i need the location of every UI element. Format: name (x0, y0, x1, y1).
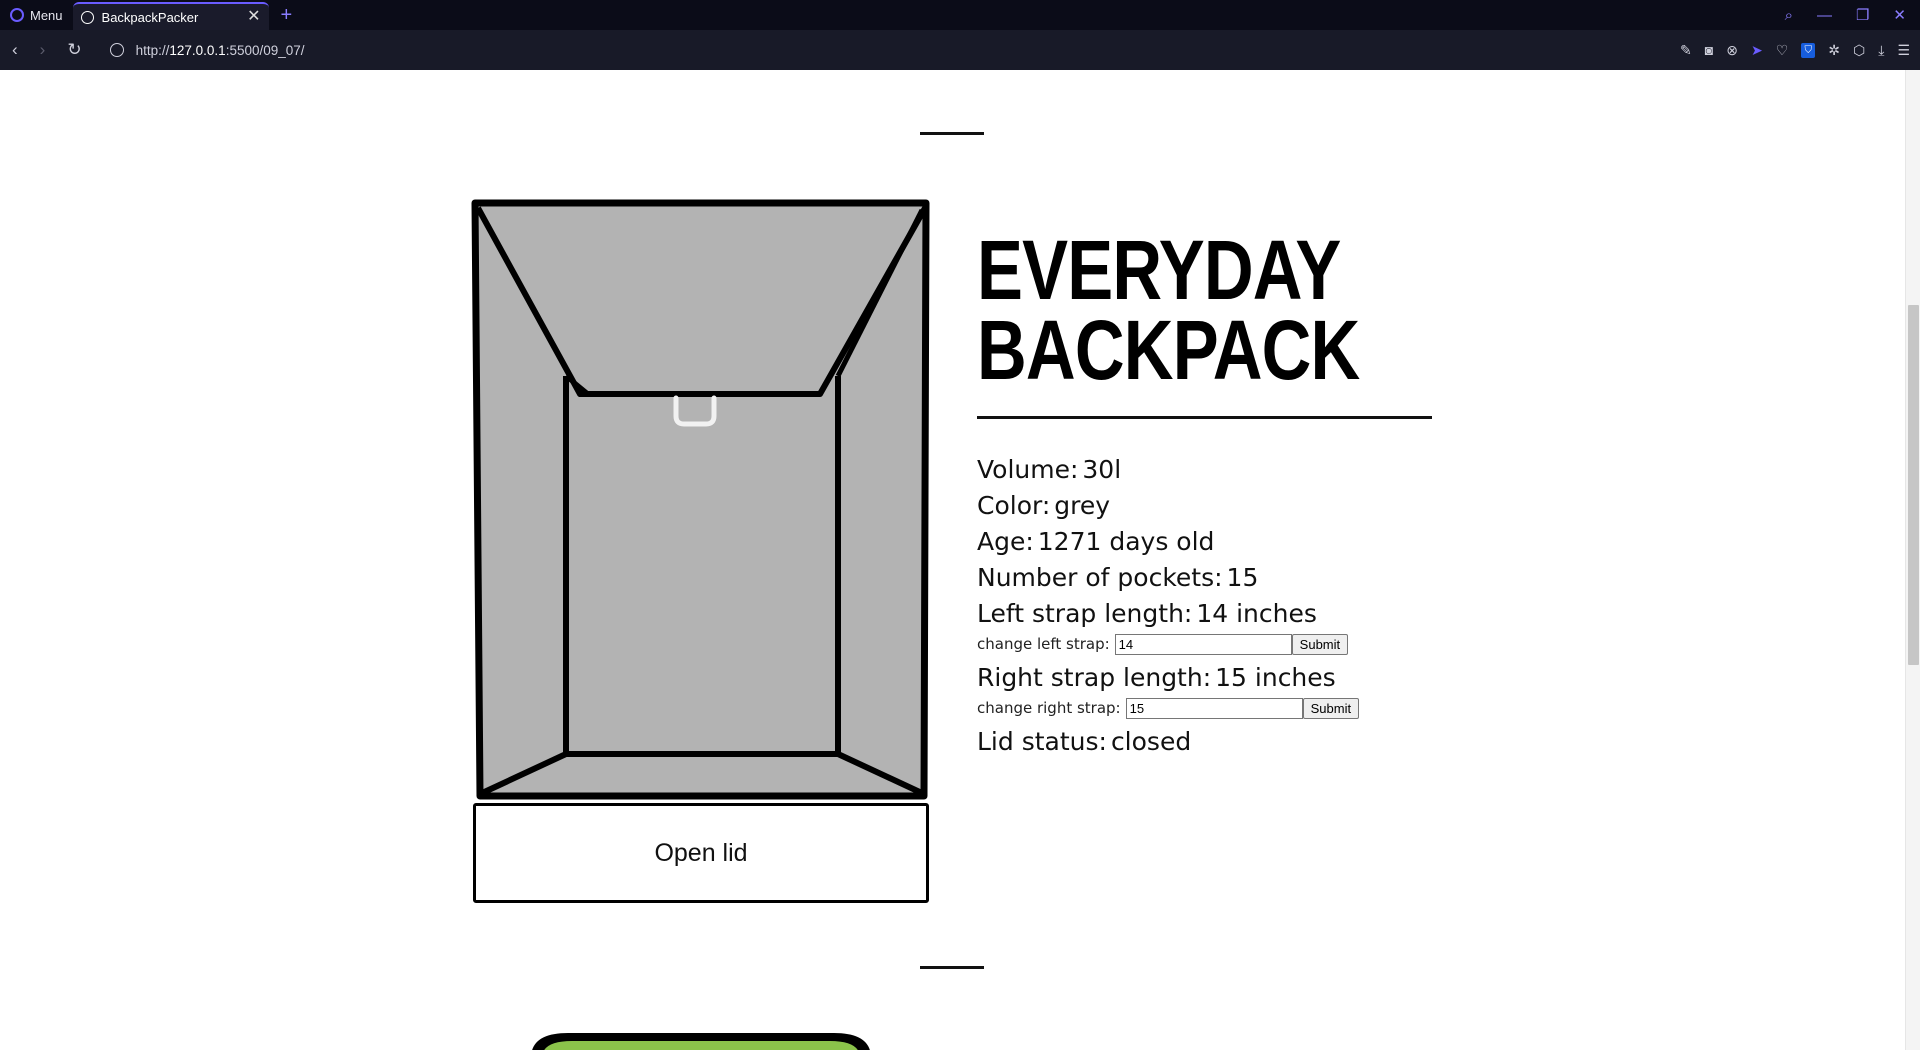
toolbar-extensions: ✎ ◙ ⊗ ➤ ♡ ⛉ ✲ ⬡ ⤓ ☰ (1680, 30, 1910, 70)
backpack-info: Everyday Backpack Volume: 30l Color: grey … (977, 223, 1437, 760)
tab-favicon-icon (80, 10, 94, 24)
property-lid-status: Lid status: closed (977, 727, 1192, 756)
search-tabs-icon[interactable]: ⌕ (1785, 7, 1793, 24)
send-icon[interactable]: ➤ (1751, 42, 1763, 59)
right-strap-form: change right strap: Submit (977, 694, 1437, 722)
backpack-illustration (471, 199, 930, 800)
new-tab-icon[interactable]: + (269, 5, 305, 25)
left-strap-input[interactable] (1114, 633, 1292, 655)
left-strap-submit-button[interactable]: Submit (1291, 633, 1349, 655)
back-icon[interactable]: ‹ (12, 40, 18, 60)
lid-toggle-button[interactable]: Open lid (473, 803, 929, 903)
left-strap-label: change left strap: (977, 635, 1110, 653)
browser-menu-label: Menu (30, 7, 63, 23)
url-path: :5500/09_07/ (225, 42, 305, 58)
cube-icon[interactable]: ⬡ (1853, 42, 1865, 59)
reload-icon[interactable]: ↻ (67, 40, 81, 60)
browser-tab-bar: Menu BackpackPacker ✕ + ⌕ — ❐ ✕ (0, 0, 1920, 30)
window-controls: ⌕ — ❐ ✕ (1785, 0, 1920, 30)
left-strap-form: change left strap: Submit (977, 630, 1437, 658)
backpack-properties: Volume: 30l Color: grey Age: 1271 days old … (977, 452, 1437, 760)
forward-icon[interactable]: › (40, 40, 46, 60)
download-icon[interactable]: ⤓ (1878, 42, 1884, 59)
title-rule (977, 416, 1432, 419)
right-strap-label: change right strap: (977, 699, 1121, 717)
right-strap-input[interactable] (1125, 697, 1303, 719)
next-backpack-illustration (532, 1033, 870, 1050)
right-strap-submit-button[interactable]: Submit (1302, 697, 1360, 719)
backpack-body (471, 199, 930, 800)
next-backpack-body (544, 1041, 858, 1050)
edit-icon[interactable]: ✎ (1680, 42, 1692, 59)
adblock-icon[interactable]: ⊗ (1726, 42, 1738, 59)
bitwarden-shield-icon[interactable]: ⛉ (1801, 42, 1816, 58)
property-color: Color: grey (977, 491, 1111, 520)
property-age: Age: 1271 days old (977, 527, 1215, 556)
browser-tab[interactable]: BackpackPacker ✕ (72, 2, 269, 30)
url-field[interactable]: http://127.0.0.1:5500/09_07/ (109, 42, 305, 58)
section-divider (920, 966, 984, 969)
camera-icon[interactable]: ◙ (1705, 42, 1713, 58)
browser-address-bar: ‹ › ↻ http://127.0.0.1:5500/09_07/ ✎ ◙ ⊗… (0, 30, 1920, 70)
scrollbar-thumb[interactable] (1908, 305, 1919, 665)
section-divider (920, 132, 984, 135)
browser-menu-button[interactable]: Menu (0, 0, 73, 30)
opera-logo-icon (10, 8, 24, 22)
tab-title: BackpackPacker (101, 9, 199, 25)
site-info-icon[interactable] (109, 43, 124, 57)
restore-icon[interactable]: ❐ (1856, 6, 1869, 24)
heart-icon[interactable]: ♡ (1776, 42, 1789, 59)
easy-setup-icon[interactable]: ☰ (1897, 42, 1910, 59)
backpack-title: Everyday Backpack (977, 223, 1360, 397)
close-window-icon[interactable]: ✕ (1893, 6, 1906, 24)
page-viewport: Open lid Everyday Backpack Volume: 30l Co… (0, 70, 1905, 1050)
minimize-icon[interactable]: — (1817, 7, 1832, 24)
property-volume: Volume: 30l (977, 455, 1122, 484)
page-scrollbar[interactable] (1905, 70, 1920, 1050)
close-tab-icon[interactable]: ✕ (247, 9, 260, 25)
url-prefix: http:// (135, 42, 170, 58)
settings-gear-icon[interactable]: ✲ (1828, 42, 1840, 59)
url-host: 127.0.0.1 (169, 42, 226, 58)
property-pockets: Number of pockets: 15 (977, 563, 1259, 592)
